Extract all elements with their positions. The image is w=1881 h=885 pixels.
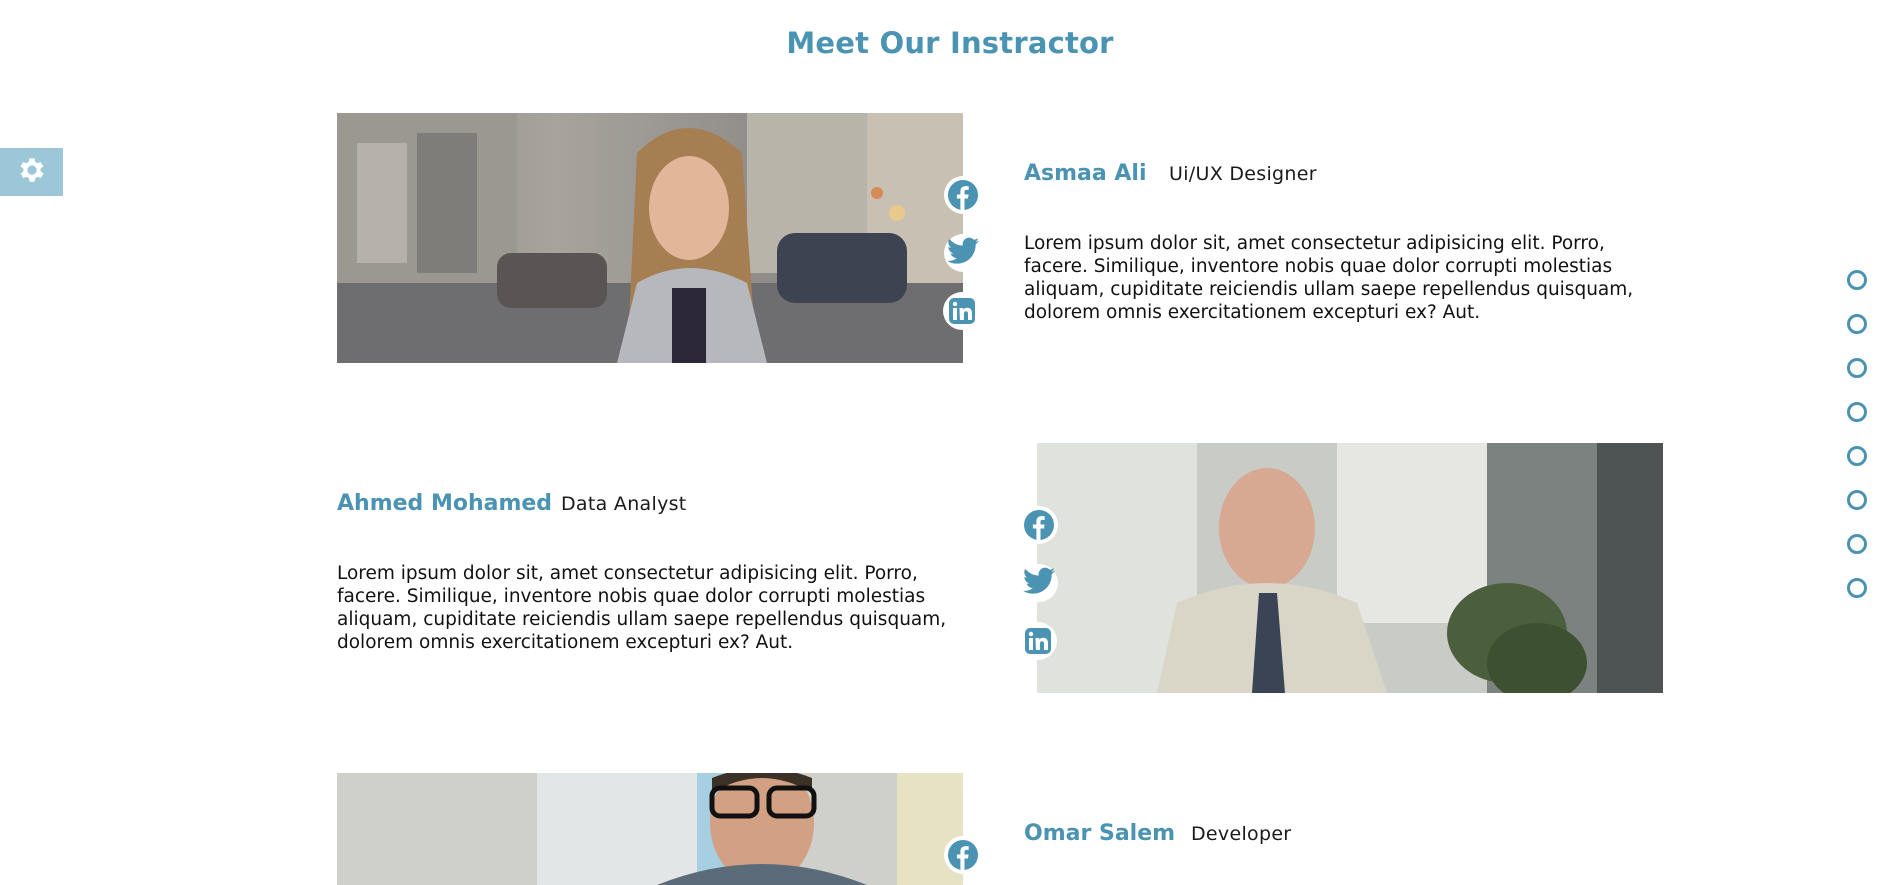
linkedin-link-ahmed[interactable] xyxy=(1019,622,1057,660)
nav-bullet[interactable] xyxy=(1847,270,1867,290)
instructor-bio: Lorem ipsum dolor sit, amet consectetur … xyxy=(1024,233,1634,323)
linkedin-icon xyxy=(949,298,975,324)
instructor-name: Omar Salem xyxy=(1024,821,1176,846)
facebook-icon xyxy=(948,840,978,870)
section-nav-bullets xyxy=(1847,270,1867,622)
nav-bullet[interactable] xyxy=(1847,446,1867,466)
nav-bullet[interactable] xyxy=(1847,490,1867,510)
facebook-icon xyxy=(948,180,978,210)
instructor-photo-ahmed xyxy=(1037,443,1663,693)
instructor-role: Developer xyxy=(1191,823,1292,845)
instructor-role: Data Analyst xyxy=(561,493,687,515)
instructor-photo-omar xyxy=(337,773,963,885)
linkedin-icon xyxy=(1025,628,1051,654)
nav-bullet[interactable] xyxy=(1847,314,1867,334)
linkedin-link-asmaa[interactable] xyxy=(943,292,981,330)
facebook-link-asmaa[interactable] xyxy=(944,176,982,214)
section-title: Meet Our Instractor xyxy=(786,26,1114,60)
instructor-name: Asmaa Ali xyxy=(1024,161,1147,186)
twitter-link-ahmed[interactable] xyxy=(1020,564,1058,602)
gear-icon xyxy=(16,154,48,191)
nav-bullet[interactable] xyxy=(1847,402,1867,422)
facebook-icon xyxy=(1024,510,1054,540)
instructor-name: Ahmed Mohamed xyxy=(337,491,553,516)
facebook-link-ahmed[interactable] xyxy=(1020,506,1058,544)
nav-bullet[interactable] xyxy=(1847,578,1867,598)
settings-button[interactable] xyxy=(0,148,63,196)
nav-bullet[interactable] xyxy=(1847,358,1867,378)
instructor-role: Ui/UX Designer xyxy=(1169,163,1317,185)
twitter-link-asmaa[interactable] xyxy=(944,234,982,272)
nav-bullet[interactable] xyxy=(1847,534,1867,554)
instructor-bio: Lorem ipsum dolor sit, amet consectetur … xyxy=(337,563,947,653)
instructor-photo-asmaa xyxy=(337,113,963,363)
twitter-icon xyxy=(1023,567,1055,600)
twitter-icon xyxy=(947,237,979,270)
facebook-link-omar[interactable] xyxy=(944,836,982,874)
